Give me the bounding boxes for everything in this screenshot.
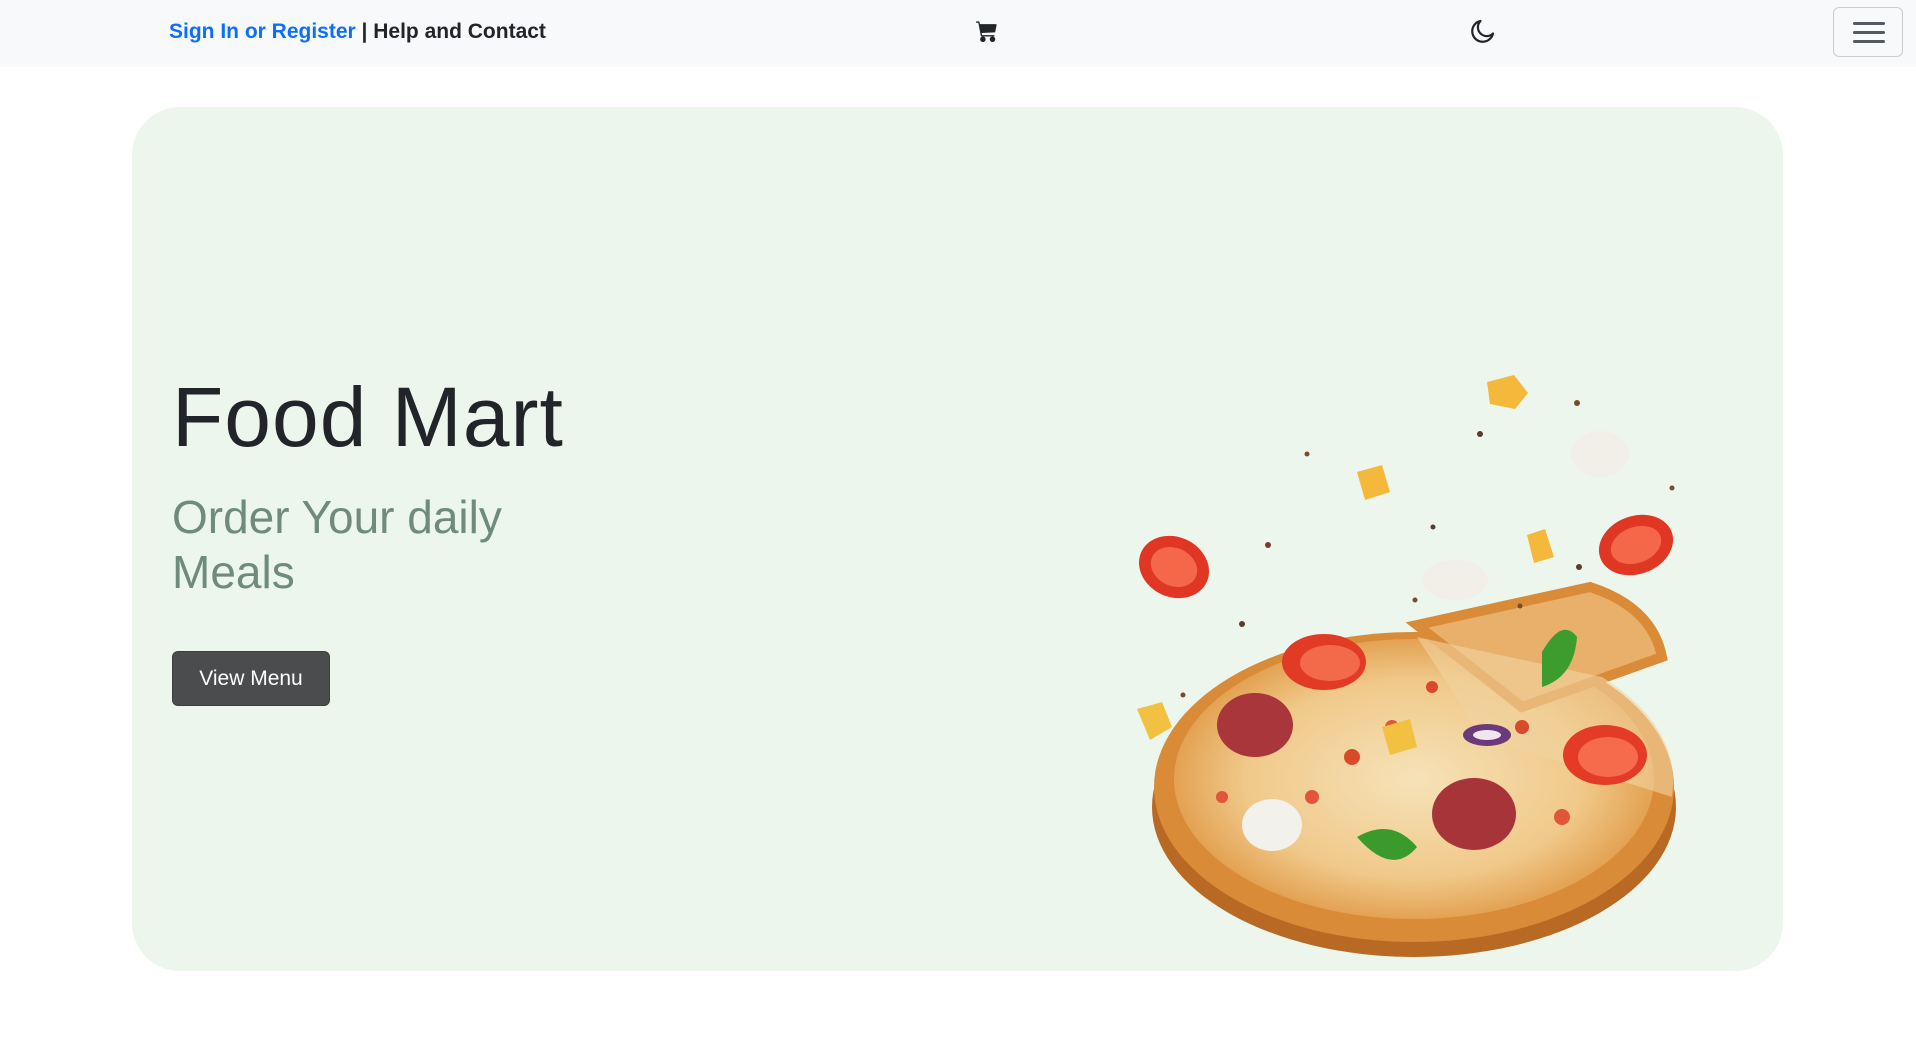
hamburger-icon	[1853, 40, 1885, 43]
view-menu-button[interactable]: View Menu	[172, 651, 330, 706]
auth-links: Sign In or Register | Help and Contact	[169, 20, 546, 44]
moon-icon[interactable]	[1468, 16, 1498, 46]
help-contact-link[interactable]: Help and Contact	[373, 20, 546, 43]
pizza-image	[962, 257, 1722, 957]
hamburger-menu-button[interactable]	[1833, 7, 1903, 57]
cart-icon[interactable]	[976, 20, 998, 42]
sign-in-register-link[interactable]: Sign In or Register	[169, 20, 356, 43]
hero-subtitle: Order Your daily Meals	[172, 491, 502, 598]
hamburger-icon	[1853, 22, 1885, 25]
hero-section: Food Mart Order Your daily Meals View Me…	[132, 107, 1783, 971]
link-separator: |	[355, 20, 374, 43]
hero-title: Food Mart	[172, 370, 564, 464]
hamburger-icon	[1853, 31, 1885, 34]
top-navbar: Sign In or Register | Help and Contact	[0, 0, 1916, 67]
